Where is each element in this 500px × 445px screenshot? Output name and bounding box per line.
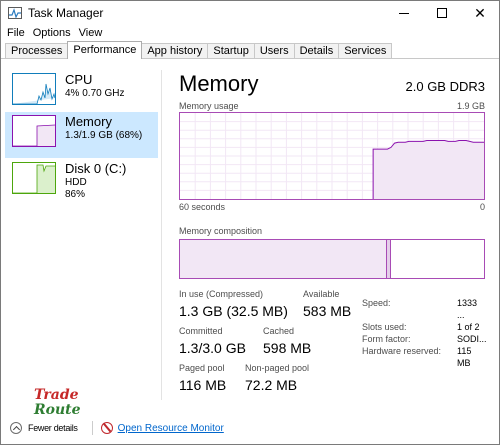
in-use-value: 1.3 GB (32.5 MB)	[179, 303, 288, 319]
cpu-label: CPU	[65, 72, 93, 87]
tab-details[interactable]: Details	[293, 43, 340, 59]
window-title: Task Manager	[28, 6, 104, 20]
disk-label: Disk 0 (C:)	[65, 161, 127, 176]
stat-paged-pool: Paged pool 116 MB	[179, 363, 226, 394]
available-label: Available	[303, 289, 340, 299]
menu-bar: File Options View	[1, 25, 108, 41]
nonpaged-pool-label: Non-paged pool	[245, 363, 310, 373]
stat-committed: Committed 1.3/3.0 GB	[179, 326, 246, 357]
memory-spec: 2.0 GB DDR3	[405, 79, 485, 94]
tab-users[interactable]: Users	[253, 43, 295, 59]
cpu-usage: 4% 0.70 GHz	[65, 88, 125, 99]
maximize-icon	[437, 8, 447, 18]
tab-app-history[interactable]: App history	[141, 43, 209, 59]
available-value: 583 MB	[303, 303, 352, 319]
usage-graph-max: 1.9 GB	[456, 101, 485, 111]
resource-list: CPU 4% 0.70 GHz Memory 1.3/1.9 GB (68%)	[1, 70, 159, 210]
committed-label: Committed	[179, 326, 223, 336]
memory-text: Memory 1.3/1.9 GB (68%)	[65, 114, 142, 142]
cpu-text: CPU 4% 0.70 GHz	[65, 72, 124, 100]
disk-thumbnail	[12, 162, 56, 194]
prop-speed: Speed: 1333 ...	[362, 297, 485, 321]
page-title: Memory	[179, 71, 259, 96]
window-controls: ✕	[385, 1, 499, 25]
composition-modified	[387, 240, 391, 278]
cpu-thumbnail	[12, 73, 56, 105]
graph-x-right: 0	[479, 202, 485, 212]
prop-hardware-reserved-value: 115 MB	[457, 346, 472, 368]
menu-options[interactable]: Options	[31, 27, 77, 39]
stat-in-use: In use (Compressed) 1.3 GB (32.5 MB)	[179, 289, 288, 320]
menu-file[interactable]: File	[5, 27, 31, 39]
prop-speed-label: Speed:	[362, 298, 391, 308]
graph-x-left: 60 seconds	[179, 202, 226, 212]
cached-value: 598 MB	[263, 340, 312, 356]
prop-slots-label: Slots used:	[362, 322, 407, 332]
usage-graph-label: Memory usage	[179, 101, 239, 111]
task-manager-icon	[8, 7, 22, 19]
memory-label: Memory	[65, 114, 112, 129]
title-bar[interactable]: Task Manager ✕	[1, 1, 499, 25]
memory-detail: Memory 2.0 GB DDR3 Memory usage 1.9 GB 6…	[179, 71, 487, 401]
memory-thumbnail	[12, 115, 56, 147]
tab-services[interactable]: Services	[338, 43, 393, 59]
paged-pool-label: Paged pool	[179, 363, 225, 373]
tab-startup[interactable]: Startup	[207, 43, 255, 59]
paged-pool-value: 116 MB	[179, 377, 227, 393]
nonpaged-pool-value: 72.2 MB	[245, 377, 298, 393]
prop-slots: Slots used: 1 of 2	[362, 321, 485, 333]
resource-monitor-icon	[100, 422, 113, 434]
stat-available: Available 583 MB	[303, 289, 351, 320]
close-button[interactable]: ✕	[461, 1, 499, 25]
chevron-up-icon[interactable]	[10, 422, 22, 434]
watermark-line1: Trade	[34, 387, 79, 403]
footer-separator	[91, 421, 93, 435]
tab-processes[interactable]: Processes	[5, 43, 69, 59]
stat-nonpaged-pool: Non-paged pool 72.2 MB	[245, 363, 309, 394]
memory-usage-graph	[179, 112, 485, 200]
stat-cached: Cached 598 MB	[263, 326, 311, 357]
disk-type: HDD	[65, 177, 87, 188]
prop-hardware-reserved: Hardware reserved: 115 MB	[362, 345, 485, 369]
fewer-details-button[interactable]: Fewer details	[28, 423, 78, 433]
close-icon: ✕	[474, 4, 486, 21]
disk-text: Disk 0 (C:) HDD 86%	[65, 161, 126, 201]
minimize-icon	[399, 12, 409, 14]
composition-in-use	[180, 240, 387, 278]
sidebar-item-disk[interactable]: Disk 0 (C:) HDD 86%	[5, 159, 158, 205]
sidebar-item-cpu[interactable]: CPU 4% 0.70 GHz	[5, 70, 158, 116]
prop-form-factor-label: Form factor:	[362, 334, 411, 344]
disk-usage: 86%	[65, 189, 86, 200]
menu-view[interactable]: View	[77, 27, 109, 39]
panel-divider	[161, 70, 162, 400]
tab-performance[interactable]: Performance	[67, 41, 143, 59]
memory-usage: 1.3/1.9 GB (68%)	[65, 130, 143, 141]
prop-form-factor-value: SODI...	[457, 334, 487, 344]
memory-composition-bar	[179, 239, 485, 279]
maximize-button[interactable]	[423, 1, 461, 25]
memory-usage-chart	[180, 113, 484, 199]
composition-label: Memory composition	[179, 226, 263, 236]
usage-area	[373, 140, 484, 199]
prop-hardware-reserved-label: Hardware reserved:	[362, 346, 442, 356]
tab-bar: Processes Performance App history Startu…	[5, 41, 393, 59]
cached-label: Cached	[263, 326, 295, 336]
committed-value: 1.3/3.0 GB	[179, 340, 246, 356]
minimize-button[interactable]	[385, 1, 423, 25]
prop-speed-value: 1333 ...	[457, 298, 478, 320]
prop-form-factor: Form factor: SODI...	[362, 333, 487, 345]
task-manager-window: Task Manager ✕ File Options View Process…	[0, 0, 500, 445]
performance-panel: CPU 4% 0.70 GHz Memory 1.3/1.9 GB (68%)	[1, 59, 499, 411]
open-resource-monitor-link[interactable]: Open Resource Monitor	[118, 423, 224, 434]
memory-properties: Speed: 1333 ... Slots used: 1 of 2 Form …	[362, 297, 487, 369]
prop-slots-value: 1 of 2	[457, 322, 480, 332]
in-use-label: In use (Compressed)	[179, 289, 264, 299]
sidebar-item-memory[interactable]: Memory 1.3/1.9 GB (68%)	[5, 112, 158, 158]
footer-bar: Fewer details Open Resource Monitor	[1, 413, 499, 443]
